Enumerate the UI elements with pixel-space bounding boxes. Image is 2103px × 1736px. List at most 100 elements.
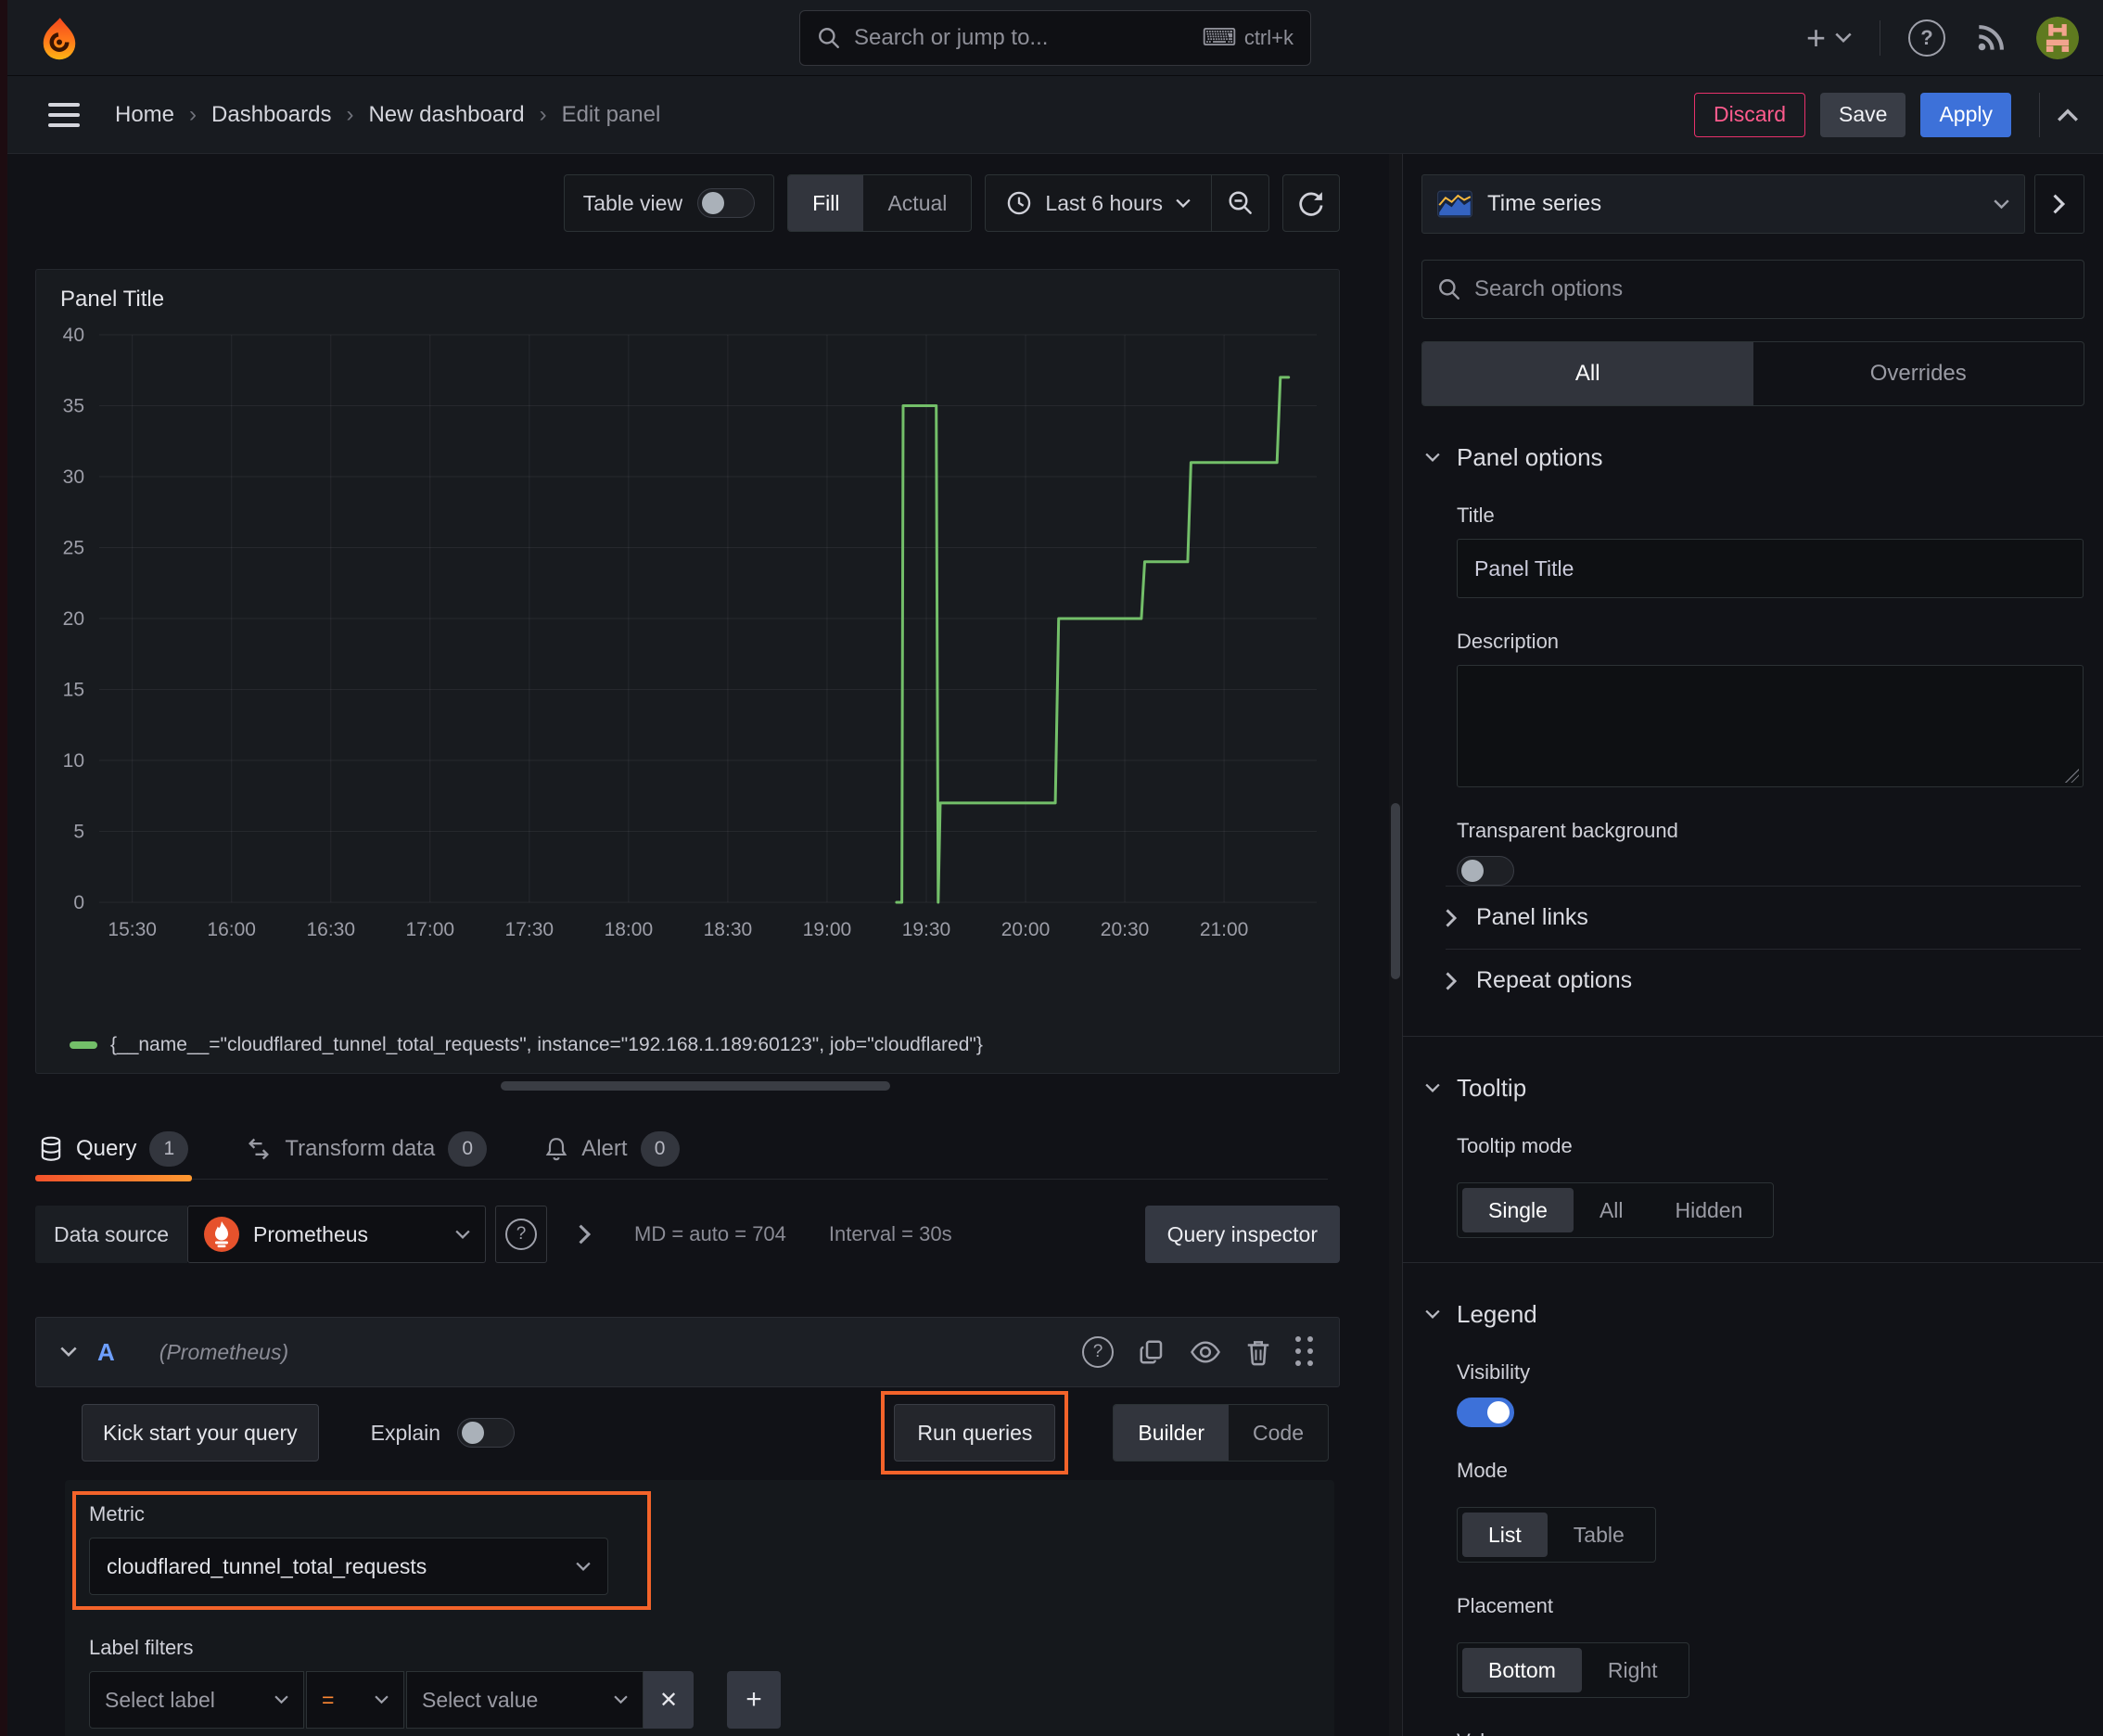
drag-handle-icon[interactable] bbox=[1295, 1336, 1315, 1368]
select-value-dropdown[interactable]: Select value bbox=[406, 1671, 644, 1729]
explain-toggle[interactable] bbox=[457, 1418, 516, 1448]
save-button[interactable]: Save bbox=[1820, 92, 1906, 137]
new-button[interactable]: + bbox=[1806, 20, 1852, 55]
search-options-field[interactable] bbox=[1421, 260, 2084, 319]
fill-actual-switch: Fill Actual bbox=[787, 174, 973, 232]
svg-text:20:30: 20:30 bbox=[1101, 919, 1150, 940]
datasource-row: Data source Prometheus ? MD = auto = 704… bbox=[35, 1206, 1340, 1263]
kick-start-button[interactable]: Kick start your query bbox=[82, 1404, 319, 1462]
time-range-picker[interactable]: Last 6 hours bbox=[986, 175, 1211, 231]
legend-series-label[interactable]: {__name__="cloudflared_tunnel_total_requ… bbox=[110, 1034, 983, 1056]
legend-placement-bottom[interactable]: Bottom bbox=[1462, 1648, 1582, 1692]
editor-tabs: Query 1 Transform data 0 Alert 0 bbox=[35, 1118, 1328, 1181]
transparent-background-toggle[interactable] bbox=[1457, 856, 1514, 886]
tab-query[interactable]: Query 1 bbox=[35, 1118, 193, 1181]
search-input[interactable] bbox=[854, 24, 1190, 51]
edit-panel-main: Table view Fill Actual Last 6 hours Pane… bbox=[7, 154, 1402, 1736]
tooltip-mode-hidden[interactable]: Hidden bbox=[1650, 1188, 1769, 1232]
metric-block: Metric cloudflared_tunnel_total_requests bbox=[72, 1491, 651, 1610]
remove-filter-button[interactable]: ✕ bbox=[644, 1671, 694, 1729]
search-options-input[interactable] bbox=[1474, 276, 2069, 302]
run-queries-button[interactable]: Run queries bbox=[894, 1404, 1056, 1462]
avatar[interactable] bbox=[2036, 16, 2079, 59]
panel-title-input[interactable] bbox=[1457, 539, 2084, 598]
svg-text:18:30: 18:30 bbox=[704, 919, 753, 940]
actual-option[interactable]: Actual bbox=[863, 175, 971, 231]
section-tooltip[interactable]: Tooltip bbox=[1425, 1074, 2081, 1103]
add-filter-button[interactable]: + bbox=[727, 1671, 781, 1729]
svg-text:16:00: 16:00 bbox=[207, 919, 256, 940]
query-row-header[interactable]: A (Prometheus) ? bbox=[35, 1317, 1340, 1387]
tooltip-mode-single[interactable]: Single bbox=[1462, 1188, 1574, 1232]
tooltip-mode-group: Single All Hidden bbox=[1457, 1182, 1775, 1238]
resize-handle-icon[interactable] bbox=[2064, 768, 2079, 783]
vertical-scrollbar-thumb[interactable] bbox=[1391, 803, 1400, 979]
panel-preview: Panel Title 0 5 10 15 20 25 30 35 40 15:30 16:00 16… bbox=[35, 269, 1340, 1074]
code-option[interactable]: Code bbox=[1229, 1405, 1328, 1461]
discard-button[interactable]: Discard bbox=[1694, 92, 1806, 137]
operator-dropdown[interactable]: = bbox=[306, 1671, 404, 1729]
tooltip-mode-label: Tooltip mode bbox=[1457, 1134, 1573, 1157]
tab-alert[interactable]: Alert 0 bbox=[541, 1118, 682, 1179]
tab-overrides[interactable]: Overrides bbox=[1753, 342, 2084, 405]
collapse-sidebar-button[interactable] bbox=[2034, 174, 2084, 234]
query-ref-id: A bbox=[97, 1337, 115, 1366]
metric-select[interactable]: cloudflared_tunnel_total_requests bbox=[89, 1538, 608, 1595]
breadcrumb-new-dashboard[interactable]: New dashboard bbox=[368, 102, 524, 128]
table-view-toggle[interactable] bbox=[697, 188, 756, 218]
description-textarea[interactable] bbox=[1457, 665, 2084, 787]
time-series-chart[interactable]: 0 5 10 15 20 25 30 35 40 15:30 16:00 16:30 17:00 17:3… bbox=[45, 318, 1330, 958]
chevron-down-icon bbox=[375, 1695, 389, 1704]
datasource-name: Prometheus bbox=[253, 1221, 369, 1246]
legend-mode-list[interactable]: List bbox=[1462, 1513, 1548, 1557]
legend-placement-right[interactable]: Right bbox=[1582, 1648, 1684, 1692]
datasource-picker[interactable]: Prometheus bbox=[187, 1206, 487, 1263]
transform-icon bbox=[249, 1138, 270, 1159]
refresh-icon bbox=[1299, 192, 1323, 216]
legend-mode-table[interactable]: Table bbox=[1548, 1513, 1651, 1557]
panel-links-section[interactable]: Panel links bbox=[1446, 886, 2081, 949]
help-icon[interactable]: ? bbox=[1082, 1336, 1114, 1368]
datasource-help-button[interactable]: ? bbox=[495, 1206, 548, 1263]
title-field-label: Title bbox=[1457, 504, 1495, 527]
trash-icon[interactable] bbox=[1245, 1338, 1271, 1366]
section-panel-options[interactable]: Panel options bbox=[1425, 443, 2081, 472]
duplicate-icon[interactable] bbox=[1138, 1338, 1166, 1366]
horizontal-scrollbar[interactable] bbox=[501, 1081, 890, 1091]
breadcrumb-home[interactable]: Home bbox=[115, 102, 174, 128]
chevron-down-icon bbox=[274, 1695, 288, 1704]
chevron-down-icon bbox=[1835, 32, 1852, 43]
grafana-logo-icon[interactable] bbox=[37, 16, 82, 60]
collapse-header-button[interactable] bbox=[2039, 92, 2079, 137]
breadcrumb-dashboards[interactable]: Dashboards bbox=[211, 102, 331, 128]
visualization-picker[interactable]: Time series bbox=[1421, 174, 2025, 234]
chevron-right-icon[interactable] bbox=[579, 1224, 592, 1245]
options-tabs: All Overrides bbox=[1421, 341, 2084, 406]
apply-button[interactable]: Apply bbox=[1920, 92, 2011, 137]
query-inspector-button[interactable]: Query inspector bbox=[1144, 1206, 1340, 1263]
tab-all[interactable]: All bbox=[1422, 342, 1753, 405]
svg-text:15:30: 15:30 bbox=[108, 919, 157, 940]
refresh-button[interactable] bbox=[1282, 174, 1340, 232]
select-label-dropdown[interactable]: Select label bbox=[89, 1671, 304, 1729]
zoom-out-button[interactable] bbox=[1211, 175, 1268, 231]
run-queries-wrap: Run queries bbox=[881, 1391, 1069, 1474]
menu-toggle-button[interactable] bbox=[48, 102, 80, 127]
help-button[interactable]: ? bbox=[1908, 19, 1945, 57]
builder-option[interactable]: Builder bbox=[1114, 1405, 1230, 1461]
section-legend[interactable]: Legend bbox=[1425, 1300, 2081, 1329]
tab-transform-data[interactable]: Transform data 0 bbox=[242, 1118, 491, 1179]
svg-text:20:00: 20:00 bbox=[1001, 919, 1051, 940]
legend-visibility-toggle[interactable] bbox=[1457, 1398, 1514, 1427]
eye-icon[interactable] bbox=[1190, 1340, 1221, 1364]
chevron-right-icon: › bbox=[346, 101, 354, 127]
chevron-down-icon[interactable] bbox=[60, 1347, 77, 1358]
search-icon bbox=[819, 27, 839, 48]
svg-text:18:00: 18:00 bbox=[605, 919, 654, 940]
svg-text:20: 20 bbox=[63, 608, 84, 630]
repeat-options-section[interactable]: Repeat options bbox=[1446, 949, 2081, 1012]
news-button[interactable] bbox=[1973, 20, 2008, 56]
global-search[interactable]: ⌨ ctrl+k bbox=[799, 9, 1311, 66]
tooltip-mode-all[interactable]: All bbox=[1574, 1188, 1650, 1232]
fill-option[interactable]: Fill bbox=[788, 175, 864, 231]
